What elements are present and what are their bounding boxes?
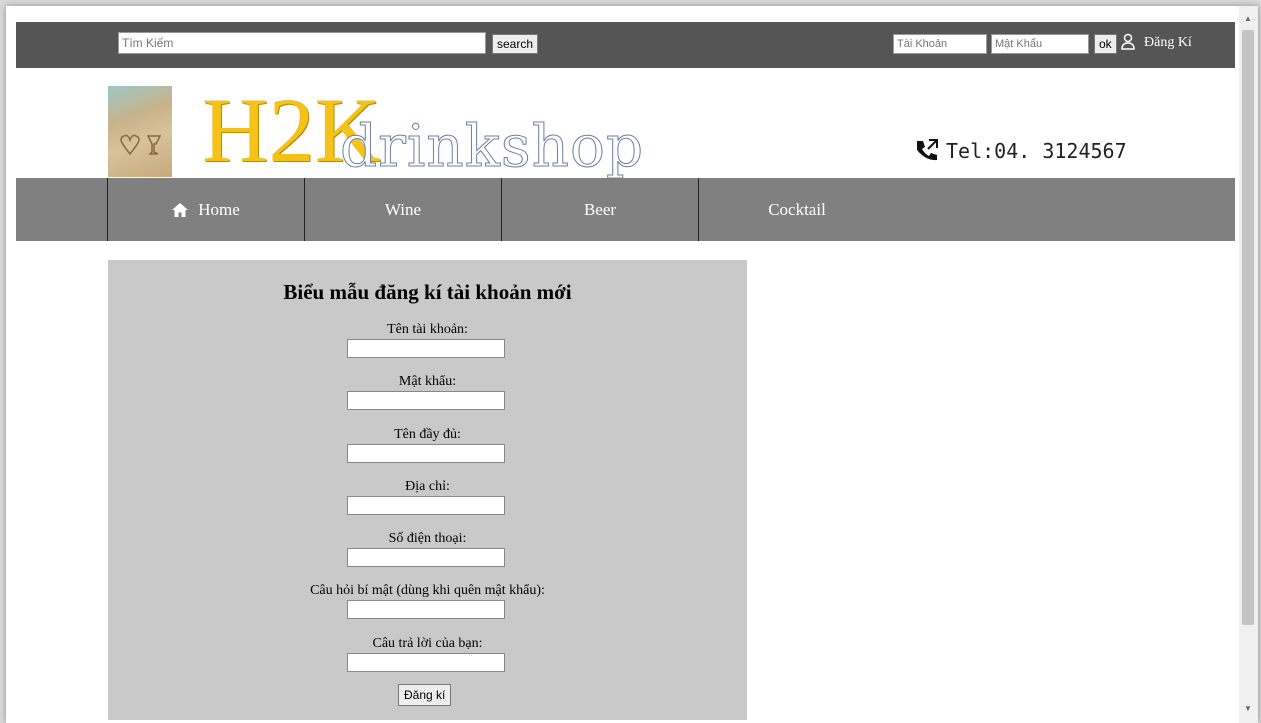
nav-label: Cocktail (768, 199, 826, 219)
vertical-scrollbar[interactable]: ▲ ▼ (1239, 6, 1258, 723)
nav-label: Wine (384, 199, 422, 219)
browser-window: search ok Đăng Kí H2K drinkshop Tel:04. … (6, 6, 1258, 723)
nav-label: Beer (583, 199, 617, 219)
top-bar: search ok Đăng Kí (16, 22, 1235, 68)
beach-image (108, 86, 172, 177)
scroll-down-arrow-icon[interactable]: ▼ (1244, 704, 1252, 713)
address-field[interactable] (347, 496, 505, 515)
logo-drinkshop[interactable]: drinkshop (339, 116, 644, 177)
nav-item-cocktail[interactable]: Cocktail (698, 178, 895, 241)
home-icon (172, 202, 189, 217)
field-label-fullname: Tên đầy đủ: (394, 427, 461, 442)
scroll-thumb[interactable] (1242, 30, 1254, 625)
field-label-username: Tên tài khoản: (387, 322, 468, 337)
username-field[interactable] (347, 339, 505, 358)
field-label-password: Mật khẩu: (398, 374, 457, 389)
nav-item-beer[interactable]: Beer (501, 178, 698, 241)
phone-field[interactable] (347, 548, 505, 567)
form-title: Biểu mẫu đăng kí tài khoản mới (283, 280, 572, 304)
scroll-up-arrow-icon[interactable]: ▲ (1244, 14, 1252, 23)
secret-question-field[interactable] (347, 600, 505, 619)
nav-item-home[interactable]: Home (107, 178, 304, 241)
field-label-secret-question: Câu hỏi bí mật (dùng khi quên mật khẩu): (310, 583, 545, 598)
field-label-phone: Số điện thoại: (388, 531, 467, 546)
nav-item-wine[interactable]: Wine (304, 178, 501, 241)
field-label-address: Địa chỉ: (405, 479, 450, 494)
register-submit-button[interactable]: Đăng kí (398, 684, 452, 706)
registration-form: Biểu mẫu đăng kí tài khoản mới Tên tài k… (108, 260, 747, 720)
username-input[interactable] (893, 34, 987, 54)
search-input[interactable] (118, 32, 486, 54)
field-label-answer: Câu trả lời của bạn: (372, 636, 483, 651)
login-ok-button[interactable]: ok (1094, 34, 1117, 54)
password-field[interactable] (347, 391, 505, 410)
phone-number: Tel:04. 3124567 (946, 139, 1127, 163)
sand-drawing (120, 134, 162, 156)
nav-label: Home (198, 199, 240, 219)
main-nav: Home Wine Beer Cocktail (16, 178, 1235, 241)
answer-field[interactable] (347, 653, 505, 672)
search-button[interactable]: search (492, 34, 539, 54)
phone-icon (917, 139, 938, 161)
user-icon (1121, 33, 1135, 50)
fullname-field[interactable] (347, 444, 505, 463)
register-link[interactable]: Đăng Kí (1144, 35, 1192, 51)
password-input[interactable] (991, 34, 1089, 54)
